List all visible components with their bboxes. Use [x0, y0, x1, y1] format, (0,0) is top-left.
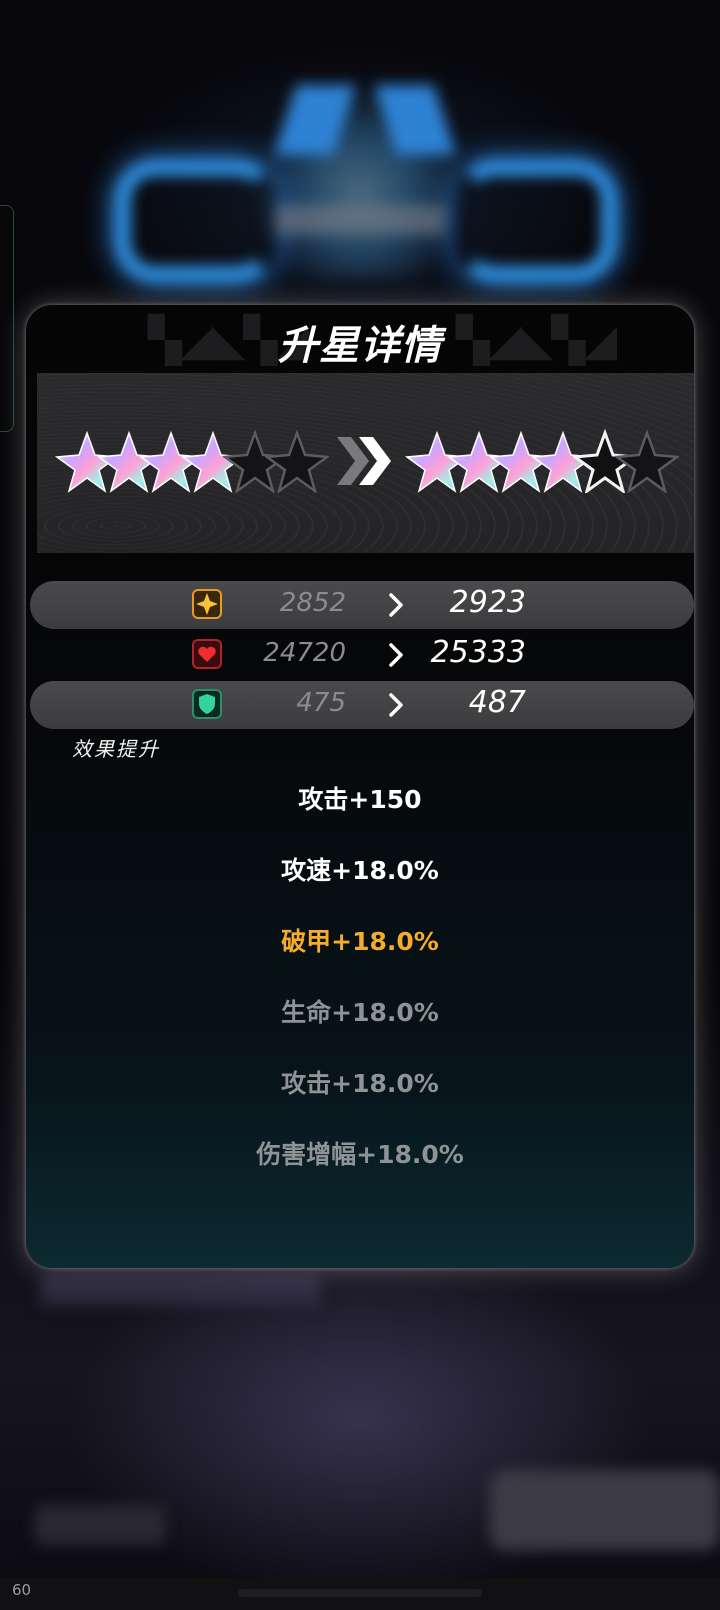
background-emblem-label [275, 205, 445, 235]
effects-heading: 效果提升 [72, 737, 160, 761]
stat-new-value: 487 [468, 685, 526, 720]
chevron-right-icon [389, 643, 403, 667]
stat-row-hp: 24720 25333 [30, 631, 694, 679]
background-side-panel [0, 205, 14, 432]
background-emblem-ring-left [115, 160, 277, 282]
background-primary-button [490, 1470, 720, 1550]
star-attack-icon [192, 589, 222, 619]
background-strip [40, 1275, 320, 1305]
stat-old-value: 24720 [263, 638, 346, 668]
stat-old-value: 475 [296, 688, 346, 718]
fps-counter: 60 [12, 1581, 32, 1599]
stat-new-value: 2923 [449, 585, 526, 620]
panel-title: 升星详情 [278, 323, 442, 369]
effect-item: 攻击+18.0% [281, 1069, 439, 1098]
chevron-right-icon [389, 693, 403, 717]
star-comparison-box [37, 373, 694, 553]
heart-hp-icon [192, 639, 222, 669]
effect-item: 伤害增幅+18.0% [256, 1140, 464, 1169]
stat-row-defense: 475 487 [30, 681, 694, 729]
home-indicator[interactable] [238, 1589, 482, 1597]
stat-new-value: 25333 [430, 635, 526, 670]
double-chevron-right-icon [337, 437, 391, 485]
panel-header: ▚◢◣▚◢ ▚◢◣▚◢ 升星详情 [26, 305, 694, 373]
effect-item: 攻击+150 [298, 785, 422, 814]
shield-defense-icon [192, 689, 222, 719]
background-secondary-button [35, 1505, 165, 1545]
effect-item: 生命+18.0% [281, 998, 439, 1027]
chevron-right-icon [389, 593, 403, 617]
effect-item: 破甲+18.0% [281, 927, 439, 956]
effect-item: 攻速+18.0% [281, 856, 439, 885]
empty-star-icon [615, 429, 679, 493]
star-upgrade-panel: ▚◢◣▚◢ ▚◢◣▚◢ 升星详情 2852 2923 24720 25333 4… [26, 305, 694, 1268]
background-emblem-ring-right [455, 160, 617, 282]
empty-star-icon [265, 429, 329, 493]
stat-old-value: 2852 [279, 588, 346, 618]
stat-row-attack: 2852 2923 [30, 581, 694, 629]
